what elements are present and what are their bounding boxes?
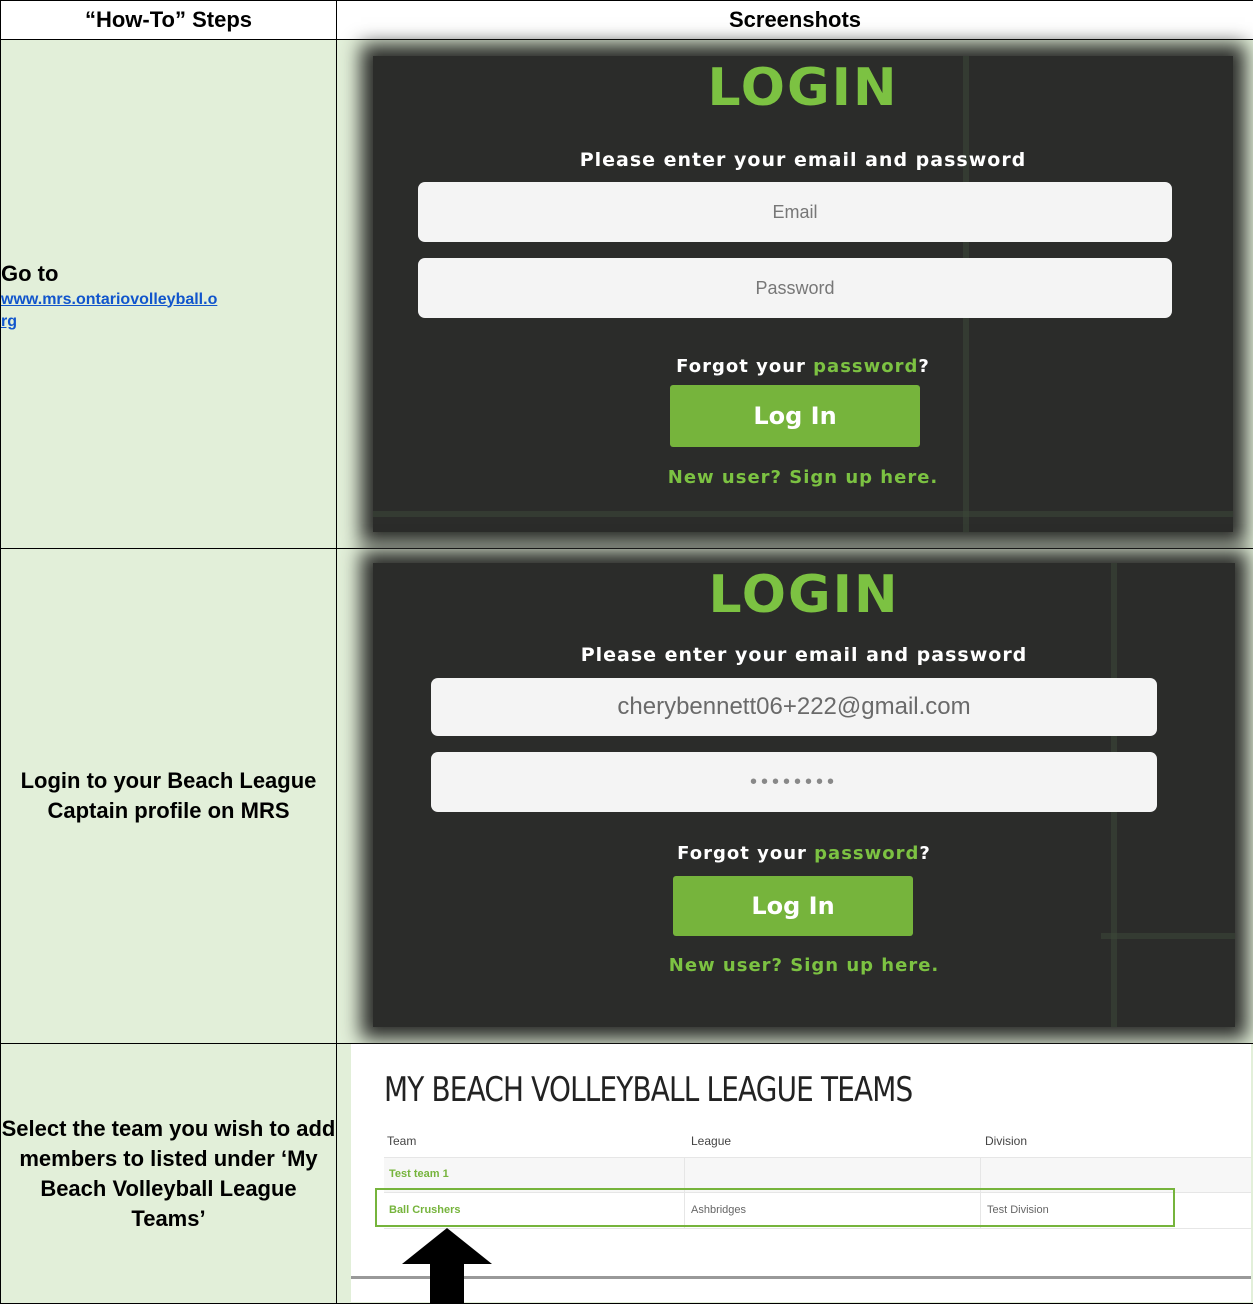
login-title: LOGIN <box>707 58 899 118</box>
column-league: League <box>691 1134 732 1148</box>
password-placeholder: Password <box>755 278 835 298</box>
signup-link-2[interactable]: New user? Sign up here. <box>373 955 1235 976</box>
link-text-part2: rg <box>1 312 17 330</box>
password-value: •••••••• <box>749 771 838 793</box>
team-row-1-name[interactable]: Test team 1 <box>389 1168 449 1180</box>
screenshot-login-empty: LOGIN Please enter your email and passwo… <box>336 39 1253 549</box>
header-steps: “How-To” Steps <box>0 0 337 40</box>
login-panel: LOGIN Please enter your email and passwo… <box>373 56 1233 532</box>
forgot-password-link-2[interactable]: password <box>814 843 919 864</box>
forgot-password-text: Forgot your password? <box>676 356 930 377</box>
forgot-password-text-2: Forgot your password? <box>677 843 931 864</box>
step-1-prefix: Go to <box>1 260 59 286</box>
signup-link[interactable]: New user? Sign up here. <box>373 467 1233 488</box>
password-field-filled[interactable]: •••••••• <box>431 752 1157 812</box>
email-value: cherybennett06+222@gmail.com <box>617 693 971 720</box>
screenshot-login-filled: LOGIN Please enter your email and passwo… <box>336 548 1253 1044</box>
email-field-filled[interactable]: cherybennett06+222@gmail.com <box>431 678 1157 736</box>
mrs-website-link[interactable]: www.mrs.ontariovolleyball.o rg <box>1 289 217 333</box>
how-to-table: “How-To” Steps Screenshots Go to www.mrs… <box>0 0 1253 1304</box>
link-text-part1: www.mrs.ontariovolleyball.o <box>1 290 218 308</box>
login-title-2: LOGIN <box>708 565 900 625</box>
step-2-text: Login to your Beach League Captain profi… <box>20 768 317 823</box>
email-field[interactable]: Email <box>418 182 1172 242</box>
step-1: Go to www.mrs.ontariovolleyball.o rg <box>0 39 337 549</box>
step-3: Select the team you wish to add members … <box>0 1043 337 1304</box>
login-subtitle: Please enter your email and password <box>579 149 1027 171</box>
login-button-2[interactable]: Log In <box>673 876 913 936</box>
column-team: Team <box>387 1134 417 1148</box>
email-placeholder: Email <box>772 202 818 222</box>
column-division: Division <box>985 1134 1028 1148</box>
login-panel-filled: LOGIN Please enter your email and passwo… <box>373 563 1235 1027</box>
step-2: Login to your Beach League Captain profi… <box>0 548 337 1044</box>
password-field[interactable]: Password <box>418 258 1172 318</box>
header-screenshots: Screenshots <box>336 0 1253 40</box>
login-button[interactable]: Log In <box>670 385 920 447</box>
login-subtitle-2: Please enter your email and password <box>580 644 1028 666</box>
teams-heading: MY BEACH VOLLEYBALL LEAGUE TEAMS <box>384 1070 913 1110</box>
forgot-password-link[interactable]: password <box>813 356 918 377</box>
pointer-arrow-icon <box>402 1228 492 1304</box>
step-3-text: Select the team you wish to add members … <box>1 1115 336 1231</box>
selected-team-highlight <box>375 1188 1175 1227</box>
